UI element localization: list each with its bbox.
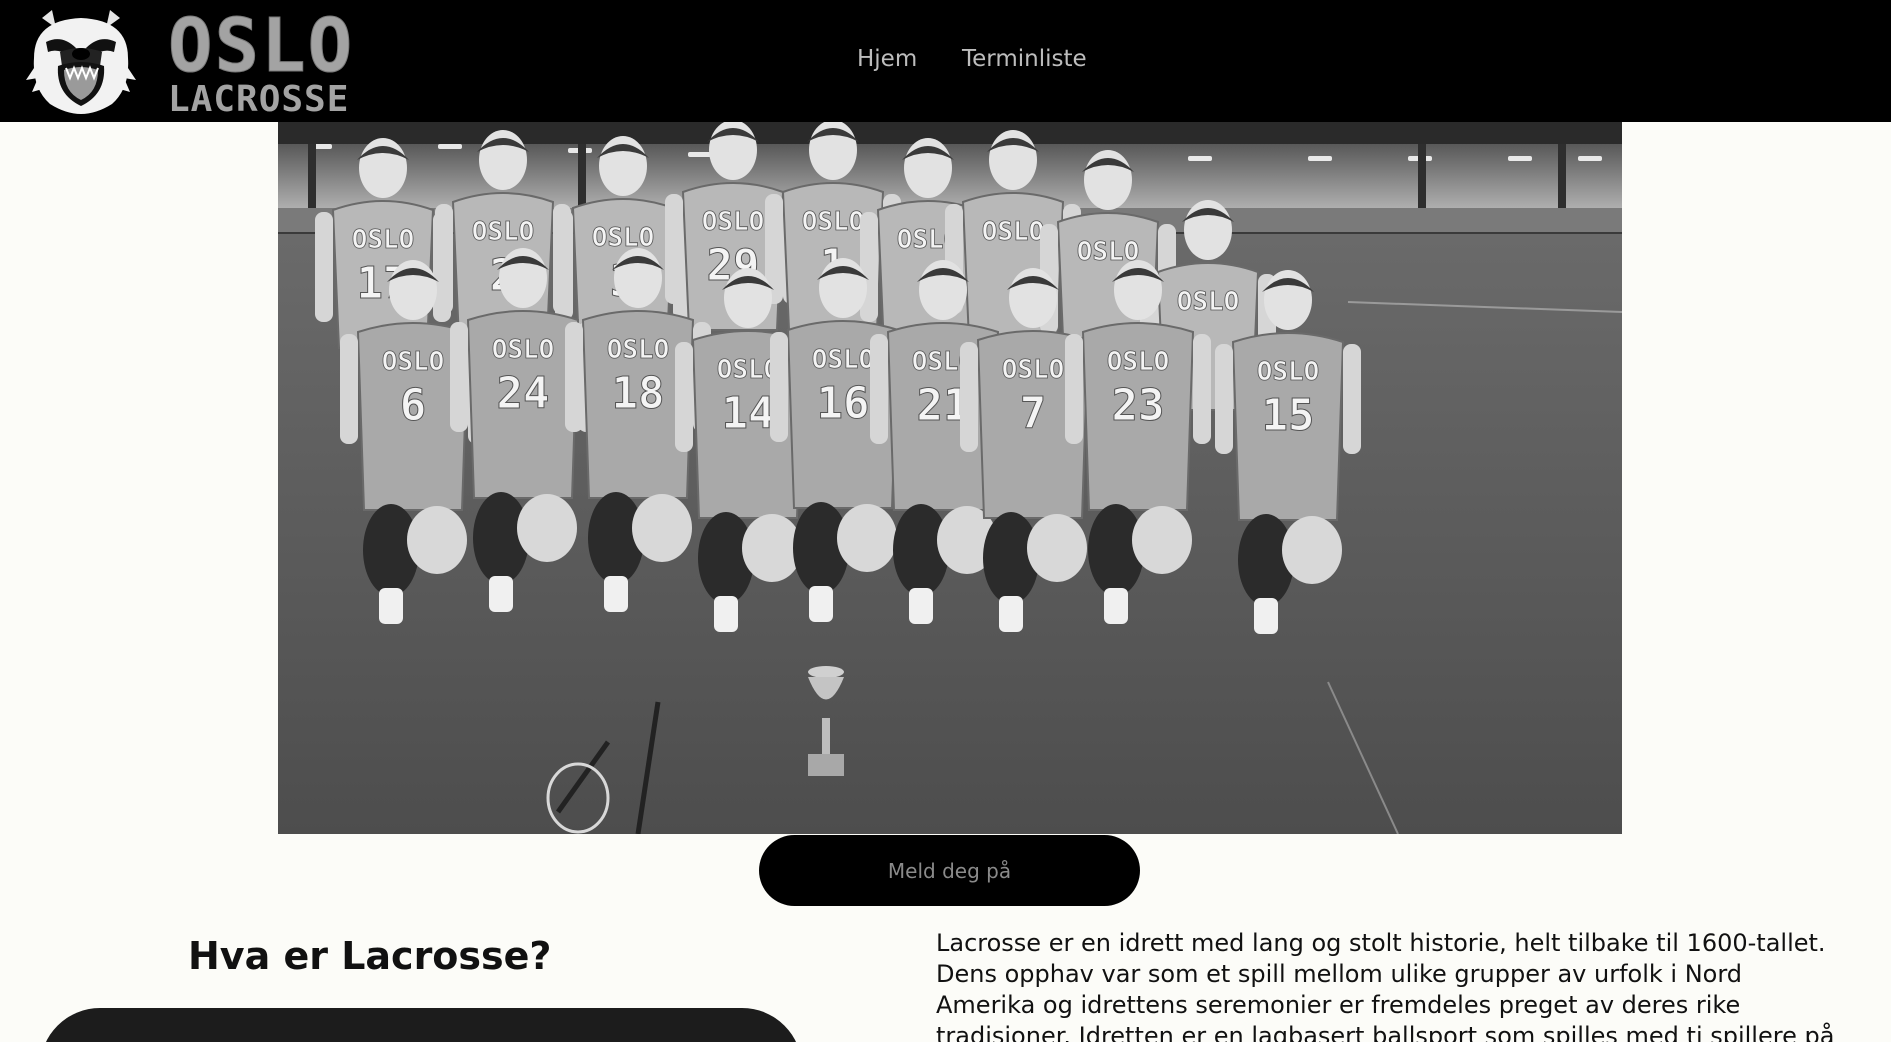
- site-header: OSLO LACROSSE Hjem Terminliste: [0, 0, 1891, 122]
- jersey-number: 16: [817, 378, 870, 429]
- jersey-text: OSLO: [802, 207, 865, 237]
- jersey-text: OSLO: [812, 345, 875, 375]
- logo-wordmark-oslo: OSLO: [167, 3, 355, 89]
- jersey-text: OSLO: [1002, 355, 1065, 385]
- nav-link-terminliste[interactable]: Terminliste: [962, 46, 1087, 72]
- jersey-number: 15: [1262, 390, 1315, 441]
- about-paragraph: Lacrosse er en idrett med lang og stolt …: [936, 929, 1835, 1042]
- team-photo: OSLO17OSLO2OSLO3OSLO29OSLO1OSLOOSLOOSLOO…: [278, 122, 1622, 834]
- jersey-text: OSLO: [472, 217, 535, 247]
- jersey-text: OSLO: [982, 217, 1045, 247]
- jersey-text: OSLO: [717, 355, 780, 385]
- site-logo[interactable]: OSLO LACROSSE: [167, 3, 378, 120]
- logo-wordmark-lacrosse: LACROSSE: [168, 79, 350, 120]
- about-video-thumbnail[interactable]: [40, 1008, 802, 1042]
- jersey-number: 7: [1020, 388, 1047, 439]
- jersey-number: 14: [722, 388, 775, 439]
- jersey-text: OSLO: [702, 207, 765, 237]
- jersey-text: OSLO: [1177, 287, 1240, 317]
- nav-link-hjem[interactable]: Hjem: [857, 46, 917, 72]
- jersey-text: OSLO: [1107, 347, 1170, 377]
- jersey-text: OSLO: [382, 347, 445, 377]
- jersey-number: 23: [1112, 380, 1165, 431]
- jersey-number: 18: [612, 368, 665, 419]
- jersey-number: 6: [400, 380, 427, 431]
- jersey-number: 24: [497, 368, 550, 419]
- jersey-text: OSLO: [607, 335, 670, 365]
- jersey-text: OSLO: [592, 223, 655, 253]
- bear-mascot-icon[interactable]: [26, 8, 136, 116]
- sign-up-button[interactable]: Meld deg på: [759, 835, 1140, 906]
- jersey-text: OSLO: [352, 225, 415, 255]
- about-heading: Hva er Lacrosse?: [188, 934, 552, 978]
- jersey-text: OSLO: [492, 335, 555, 365]
- jersey-text: OSLO: [1257, 357, 1320, 387]
